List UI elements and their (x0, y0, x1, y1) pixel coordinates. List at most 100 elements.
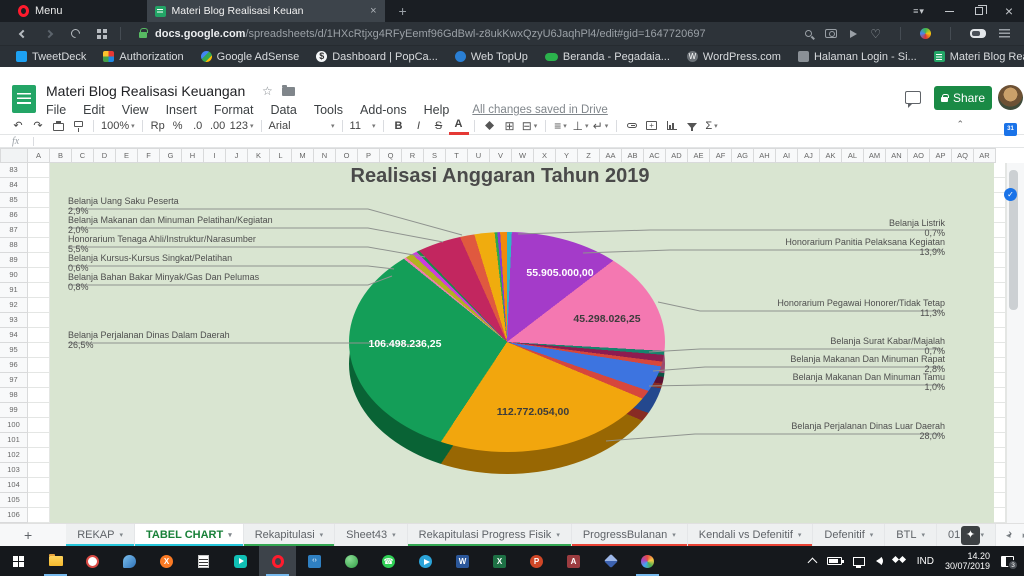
column-header-AP[interactable]: AP (930, 149, 952, 162)
italic-button[interactable]: I (409, 117, 429, 135)
sheet-tab-btl[interactable]: BTL▾ (885, 524, 937, 547)
row-header-90[interactable]: 90 (0, 268, 27, 283)
column-header-X[interactable]: X (534, 149, 556, 162)
column-header-J[interactable]: J (226, 149, 248, 162)
column-header-H[interactable]: H (182, 149, 204, 162)
increase-decimals-button[interactable]: .00 (208, 117, 228, 135)
share-button[interactable]: Share (934, 86, 992, 110)
font-select[interactable]: Arial▾ (267, 117, 337, 135)
red-circle-app[interactable] (74, 546, 111, 576)
document-title[interactable]: Materi Blog Realisasi Keuangan (46, 83, 245, 99)
virtualbox[interactable] (592, 546, 629, 576)
menu-tools[interactable]: Tools (314, 103, 343, 117)
sheet-tab-menu-icon[interactable]: ▾ (870, 531, 874, 539)
redo-icon[interactable]: ↷ (28, 117, 48, 135)
sheet-tab-menu-icon[interactable]: ▾ (228, 531, 232, 539)
column-header-D[interactable]: D (94, 149, 116, 162)
column-header-AO[interactable]: AO (908, 149, 930, 162)
column-header-N[interactable]: N (314, 149, 336, 162)
hidden-icons-chevron-icon[interactable] (807, 558, 817, 568)
column-header-A[interactable]: A (28, 149, 50, 162)
save-status[interactable]: All changes saved in Drive (472, 104, 608, 116)
row-header-86[interactable]: 86 (0, 208, 27, 223)
telegram[interactable] (407, 546, 444, 576)
sheet-tab-menu-icon[interactable]: ▾ (392, 531, 396, 539)
bookmark-heart-icon[interactable] (870, 25, 881, 43)
comment-history-icon[interactable] (905, 91, 921, 104)
sheet-tab-defenitif[interactable]: Defenitif▾ (813, 524, 885, 547)
bookmark-item[interactable]: Dashboard | PopCa... (316, 51, 438, 63)
column-header-I[interactable]: I (204, 149, 226, 162)
row-header-106[interactable]: 106 (0, 508, 27, 523)
column-header-AG[interactable]: AG (732, 149, 754, 162)
calendar-icon[interactable]: 31 (1004, 123, 1017, 136)
column-header-W[interactable]: W (512, 149, 534, 162)
sheet-tab-menu-icon[interactable]: ▾ (798, 531, 802, 539)
functions-icon[interactable]: Σ▾ (702, 117, 722, 135)
format-percent-button[interactable]: % (168, 117, 188, 135)
sheetbar-expand-icon[interactable]: › (1008, 528, 1012, 540)
reload-button[interactable] (62, 22, 88, 45)
whatsapp[interactable] (370, 546, 407, 576)
menu-data[interactable]: Data (270, 103, 296, 117)
row-header-84[interactable]: 84 (0, 178, 27, 193)
column-header-E[interactable]: E (116, 149, 138, 162)
bookmark-item[interactable]: Google AdSense (201, 51, 300, 63)
grid-cells-right[interactable] (994, 163, 1006, 523)
speed-dial-button[interactable] (88, 22, 114, 45)
zoom-select[interactable]: 100%▾ (99, 117, 137, 135)
row-header-102[interactable]: 102 (0, 448, 27, 463)
opera-menu-button[interactable]: Menu (0, 5, 77, 17)
column-header-T[interactable]: T (446, 149, 468, 162)
column-header-AF[interactable]: AF (710, 149, 732, 162)
column-header-V[interactable]: V (490, 149, 512, 162)
forward-button[interactable] (36, 22, 62, 45)
start-button[interactable] (0, 546, 37, 576)
vertical-align-icon[interactable]: ⊥▾ (571, 117, 591, 135)
column-header-F[interactable]: F (138, 149, 160, 162)
new-tab-button[interactable]: + (399, 3, 407, 19)
search-icon[interactable] (805, 30, 812, 37)
close-button[interactable] (994, 0, 1024, 22)
row-header-87[interactable]: 87 (0, 223, 27, 238)
tasks-icon[interactable]: ✓ (1004, 188, 1017, 201)
bookmark-item[interactable]: Halaman Login - Si... (798, 51, 917, 63)
move-folder-icon[interactable] (282, 87, 295, 96)
sheet-tab-menu-icon[interactable]: ▾ (981, 531, 985, 539)
text-color-button[interactable]: A (449, 117, 469, 135)
blue-paint-app[interactable] (111, 546, 148, 576)
column-header-AA[interactable]: AA (600, 149, 622, 162)
row-header-105[interactable]: 105 (0, 493, 27, 508)
row-header-93[interactable]: 93 (0, 313, 27, 328)
insert-link-icon[interactable] (622, 117, 642, 135)
row-header-83[interactable]: 83 (0, 163, 27, 178)
network-icon[interactable] (853, 557, 865, 566)
column-header-B[interactable]: B (50, 149, 72, 162)
page-settings-icon[interactable] (999, 29, 1010, 38)
insert-chart-icon[interactable] (662, 117, 682, 135)
row-header-94[interactable]: 94 (0, 328, 27, 343)
merge-cells-icon[interactable]: ⊟▾ (520, 117, 540, 135)
text-wrap-icon[interactable]: ↵▾ (591, 117, 611, 135)
row-header-99[interactable]: 99 (0, 403, 27, 418)
battery-icon[interactable] (827, 557, 842, 565)
collapse-toolbar-icon[interactable]: ⌃ (956, 119, 964, 130)
font-size-select[interactable]: 11▾ (348, 117, 378, 135)
fill-color-icon[interactable] (480, 117, 500, 135)
bookmark-item[interactable]: Authorization (103, 51, 183, 63)
language-indicator[interactable]: IND (917, 556, 934, 567)
filmora[interactable] (222, 546, 259, 576)
column-header-AJ[interactable]: AJ (798, 149, 820, 162)
sheet-tab-rekap[interactable]: REKAP▾ (66, 524, 135, 547)
powerpoint[interactable] (518, 546, 555, 576)
row-header-103[interactable]: 103 (0, 463, 27, 478)
bookmark-item[interactable]: Materi Blog Realisa... (934, 51, 1024, 63)
clock[interactable]: 14.20 30/07/2019 (945, 551, 990, 572)
sheet-tab-menu-icon[interactable]: ▾ (921, 531, 925, 539)
explore-button[interactable]: ✦ (961, 526, 980, 545)
row-header-100[interactable]: 100 (0, 418, 27, 433)
sheet-tab-kendali-vs-defenitif[interactable]: Kendali vs Defenitif▾ (688, 524, 814, 547)
access[interactable] (555, 546, 592, 576)
row-header-89[interactable]: 89 (0, 253, 27, 268)
print-icon[interactable] (48, 117, 68, 135)
